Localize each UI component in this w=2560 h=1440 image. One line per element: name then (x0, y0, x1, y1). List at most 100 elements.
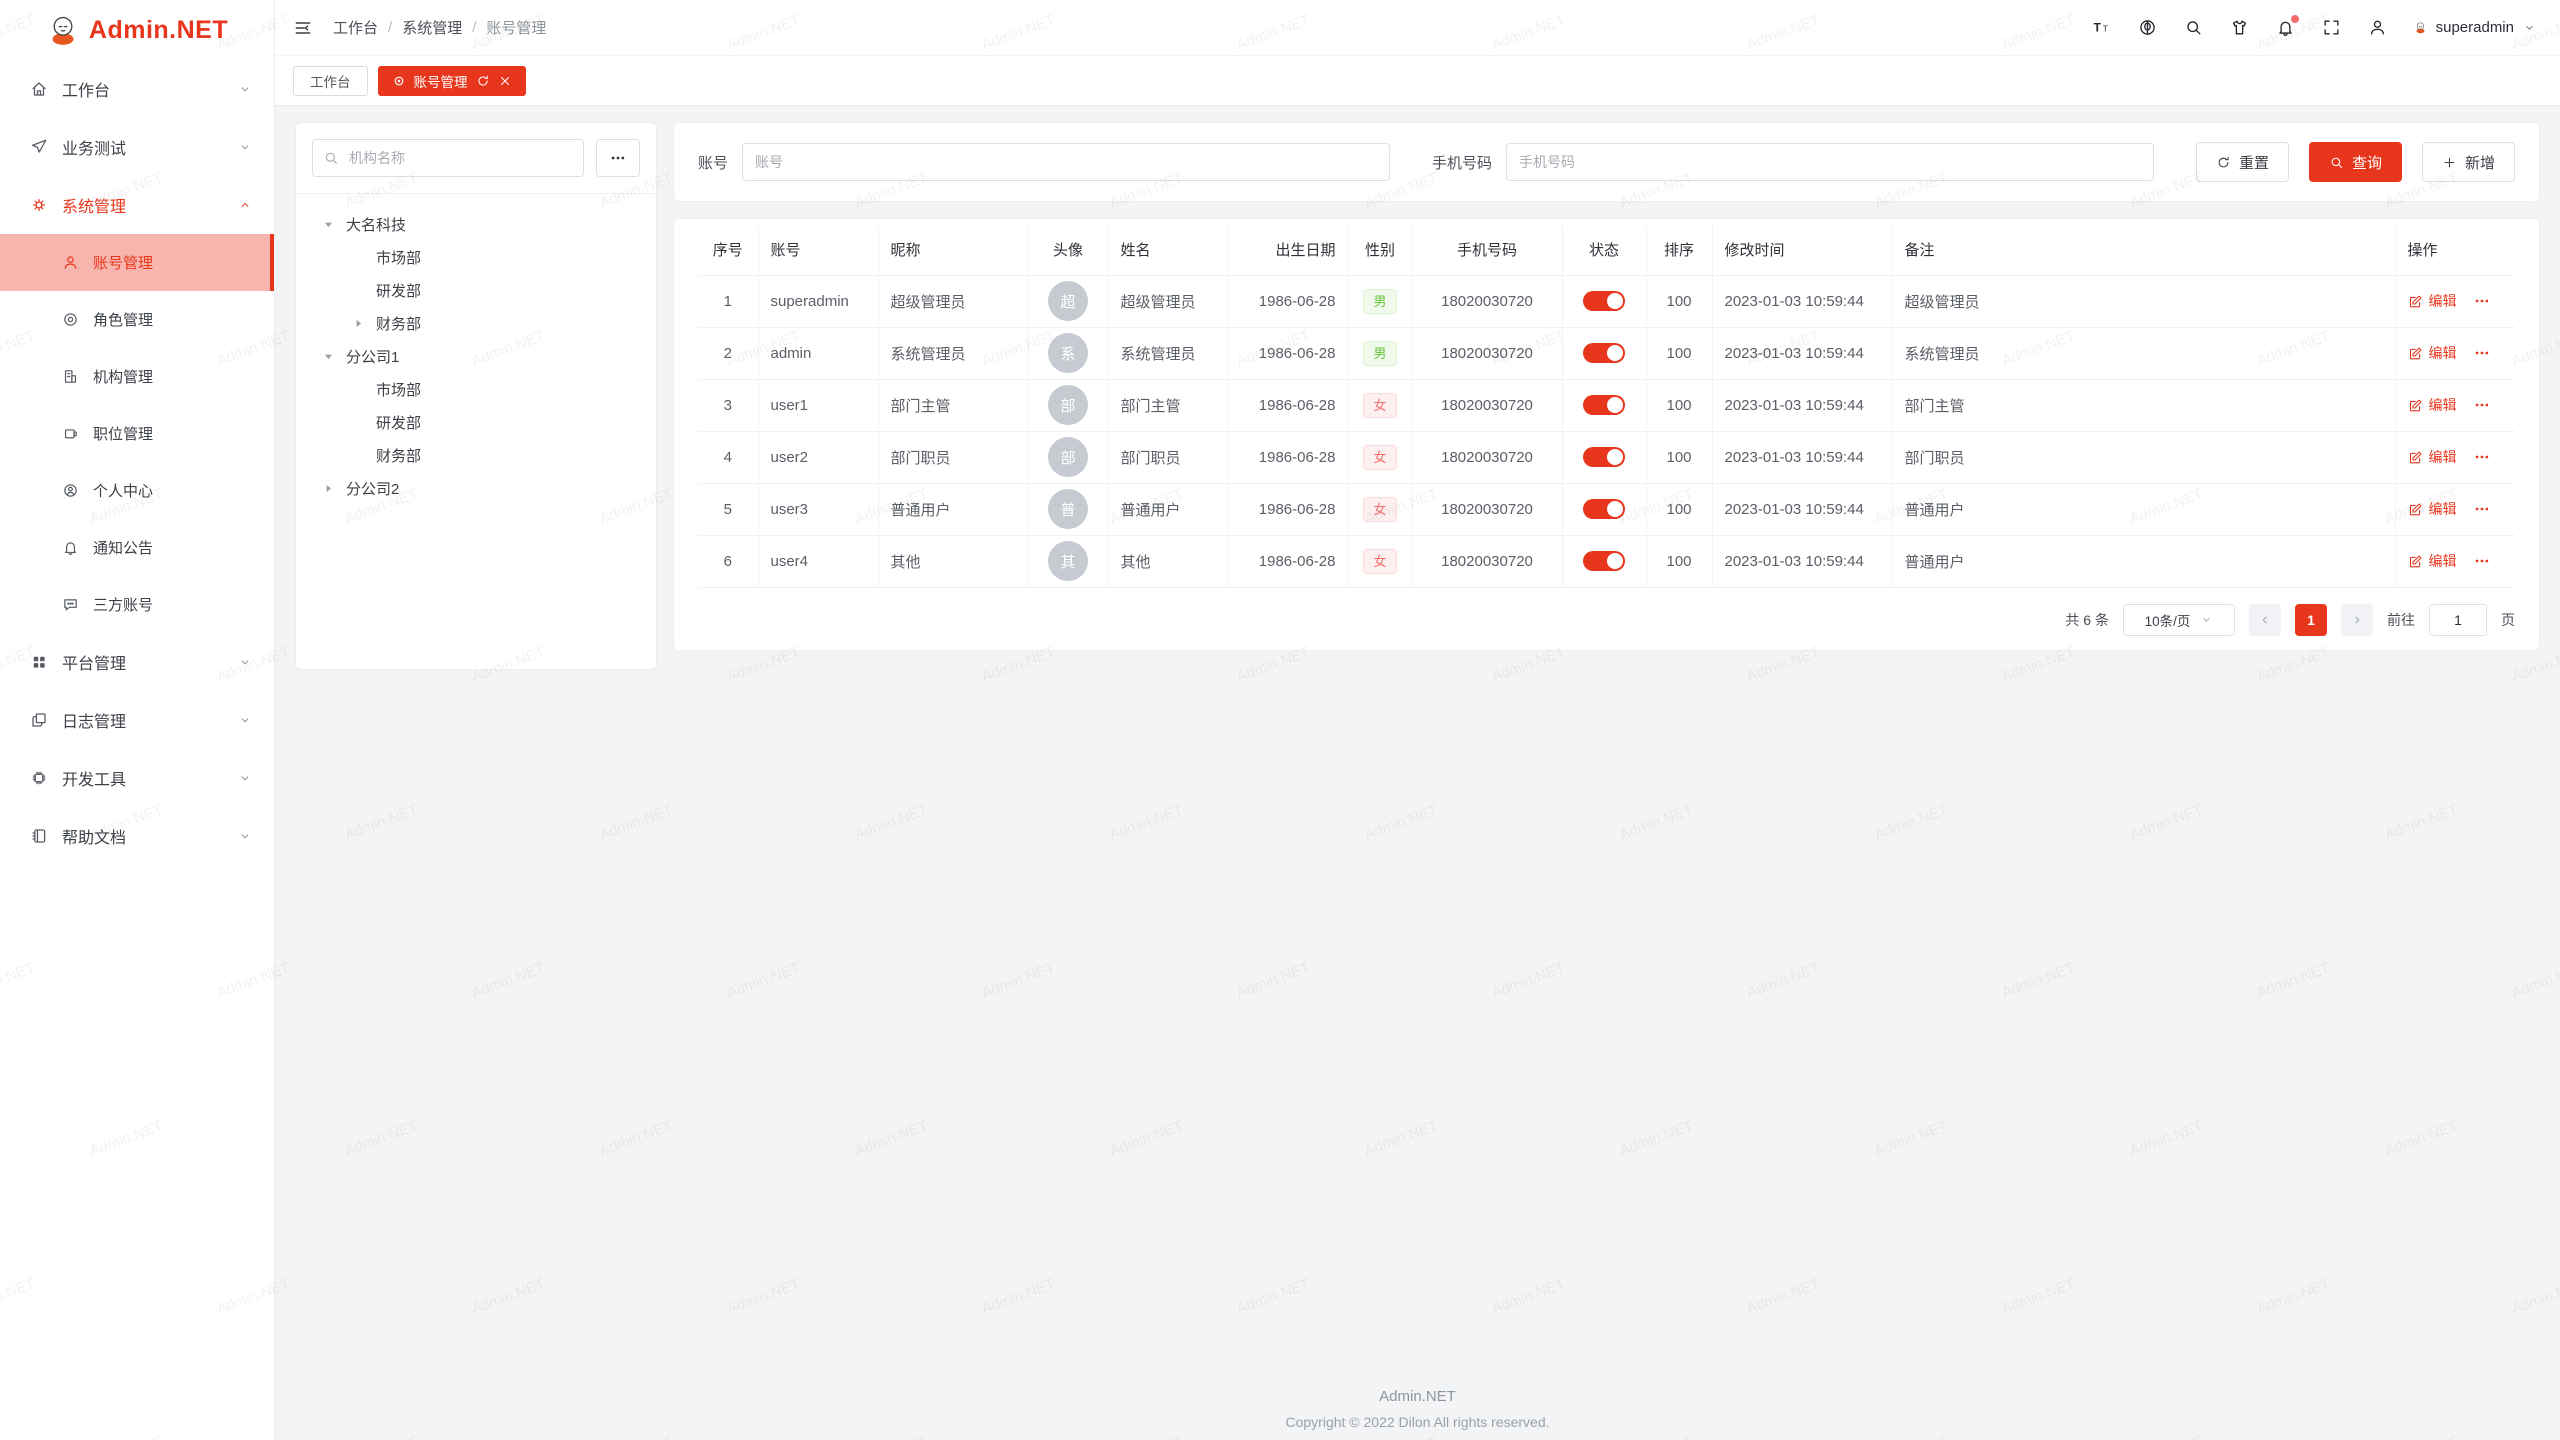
status-toggle[interactable] (1583, 551, 1625, 571)
row-more-button[interactable] (2473, 344, 2491, 362)
sidebar-item-position-mgmt[interactable]: 职位管理 (0, 405, 274, 462)
bell-icon-button[interactable] (2276, 18, 2295, 37)
phone-field (1506, 143, 2154, 181)
sidebar-item-org-mgmt[interactable]: 机构管理 (0, 348, 274, 405)
caret-down-icon[interactable] (322, 350, 344, 364)
next-page-button[interactable] (2341, 604, 2373, 636)
edit-button[interactable]: 编辑 (2408, 447, 2457, 467)
account-input[interactable] (753, 153, 1379, 171)
user-menu[interactable]: superadmin (2414, 19, 2536, 36)
edit-button[interactable]: 编辑 (2408, 291, 2457, 311)
sidebar-item-help-docs[interactable]: 帮助文档 (0, 807, 274, 865)
cell-status (1562, 483, 1646, 535)
cell-modified: 2023-01-03 10:59:44 (1712, 535, 1892, 587)
cell-actions: 编辑 (2395, 327, 2515, 379)
phone-input[interactable] (1517, 153, 2143, 171)
cell-sort: 100 (1646, 483, 1712, 535)
cell-sort: 100 (1646, 535, 1712, 587)
table-row: 4user2部门职员部部门职员1986-06-28女18020030720100… (698, 431, 2515, 483)
close-icon[interactable] (498, 74, 512, 88)
breadcrumb-item[interactable]: 系统管理 (402, 17, 462, 38)
tree-more-button[interactable] (596, 139, 640, 177)
menu-fold-icon[interactable] (293, 18, 313, 38)
tree-node-branch-1[interactable]: 分公司1 (302, 340, 650, 373)
gear-icon (30, 196, 48, 214)
tab-workbench[interactable]: 工作台 (293, 66, 368, 96)
page-size-select[interactable]: 10条/页 (2123, 604, 2235, 636)
cell-actions: 编辑 (2395, 379, 2515, 431)
cell-phone: 18020030720 (1412, 431, 1562, 483)
sidebar-item-third-party-account[interactable]: 三方账号 (0, 576, 274, 633)
reset-button[interactable]: 重置 (2196, 142, 2289, 182)
user-outline-icon-button[interactable] (2368, 18, 2387, 37)
sidebar-item-account-mgmt[interactable]: 账号管理 (0, 234, 274, 291)
sidebar-item-business-test[interactable]: 业务测试 (0, 118, 274, 176)
language-icon-button[interactable] (2138, 18, 2157, 37)
font-size-icon-button[interactable]: TT (2092, 18, 2111, 37)
tree-node-rd-dept-1[interactable]: 研发部 (302, 274, 650, 307)
row-more-button[interactable] (2473, 396, 2491, 414)
edit-button[interactable]: 编辑 (2408, 343, 2457, 363)
cell-nickname: 超级管理员 (878, 275, 1028, 327)
sidebar-item-personal-center[interactable]: 个人中心 (0, 462, 274, 519)
caret-right-icon[interactable] (352, 317, 374, 331)
cell-account: user3 (758, 483, 878, 535)
page-1-button[interactable]: 1 (2295, 604, 2327, 636)
tab-account-mgmt[interactable]: 账号管理 (378, 66, 526, 96)
status-toggle[interactable] (1583, 447, 1625, 467)
theme-icon-button[interactable] (2230, 18, 2249, 37)
add-button[interactable]: 新增 (2422, 142, 2515, 182)
row-more-button[interactable] (2473, 292, 2491, 310)
tree-node-branch-2[interactable]: 分公司2 (302, 472, 650, 505)
pagination: 共 6 条 10条/页 1 前往 (698, 588, 2515, 636)
send-icon (30, 138, 48, 156)
edit-button[interactable]: 编辑 (2408, 499, 2457, 519)
caret-placeholder (352, 416, 374, 430)
tree-node-market-dept-2[interactable]: 市场部 (302, 373, 650, 406)
gender-tag: 男 (1363, 289, 1396, 314)
tree-node-daming-tech[interactable]: 大名科技 (302, 208, 650, 241)
sidebar-item-log-mgmt[interactable]: 日志管理 (0, 691, 274, 749)
sidebar-item-workbench[interactable]: 工作台 (0, 60, 274, 118)
logo[interactable]: Admin.NET (0, 0, 274, 60)
table-row: 5user3普通用户普普通用户1986-06-28女18020030720100… (698, 483, 2515, 535)
tree-node-finance-dept-1[interactable]: 财务部 (302, 307, 650, 340)
row-more-button[interactable] (2473, 500, 2491, 518)
avatar: 普 (1048, 489, 1088, 529)
cell-name: 普通用户 (1108, 483, 1228, 535)
sidebar-item-label: 通知公告 (93, 537, 153, 558)
sidebar-item-platform-mgmt[interactable]: 平台管理 (0, 633, 274, 691)
status-toggle[interactable] (1583, 291, 1625, 311)
sidebar-item-role-mgmt[interactable]: 角色管理 (0, 291, 274, 348)
breadcrumb-item[interactable]: 工作台 (333, 17, 378, 38)
sidebar-menu: 工作台业务测试系统管理账号管理角色管理机构管理职位管理个人中心通知公告三方账号平… (0, 60, 274, 865)
sidebar-item-dev-tools[interactable]: 开发工具 (0, 749, 274, 807)
bell-icon (62, 539, 79, 556)
refresh-icon[interactable] (476, 74, 490, 88)
caret-right-icon[interactable] (322, 482, 344, 496)
cell-birth: 1986-06-28 (1228, 431, 1348, 483)
chevron-down-icon (238, 713, 252, 727)
org-search-input[interactable] (347, 149, 573, 167)
row-more-button[interactable] (2473, 448, 2491, 466)
edit-button[interactable]: 编辑 (2408, 551, 2457, 571)
position-icon (62, 425, 79, 442)
query-button[interactable]: 查询 (2309, 142, 2402, 182)
edit-button[interactable]: 编辑 (2408, 395, 2457, 415)
row-more-button[interactable] (2473, 552, 2491, 570)
status-toggle[interactable] (1583, 499, 1625, 519)
sidebar-item-notice[interactable]: 通知公告 (0, 519, 274, 576)
status-toggle[interactable] (1583, 343, 1625, 363)
tree-node-finance-dept-2[interactable]: 财务部 (302, 439, 650, 472)
status-toggle[interactable] (1583, 395, 1625, 415)
fullscreen-icon-button[interactable] (2322, 18, 2341, 37)
sidebar-item-system-mgmt[interactable]: 系统管理 (0, 176, 274, 234)
tree-node-label: 研发部 (376, 412, 421, 433)
prev-page-button[interactable] (2249, 604, 2281, 636)
tree-node-rd-dept-2[interactable]: 研发部 (302, 406, 650, 439)
goto-page-input[interactable] (2429, 604, 2487, 636)
caret-down-icon[interactable] (322, 218, 344, 232)
search-icon-button[interactable] (2184, 18, 2203, 37)
account-field (742, 143, 1390, 181)
tree-node-market-dept-1[interactable]: 市场部 (302, 241, 650, 274)
